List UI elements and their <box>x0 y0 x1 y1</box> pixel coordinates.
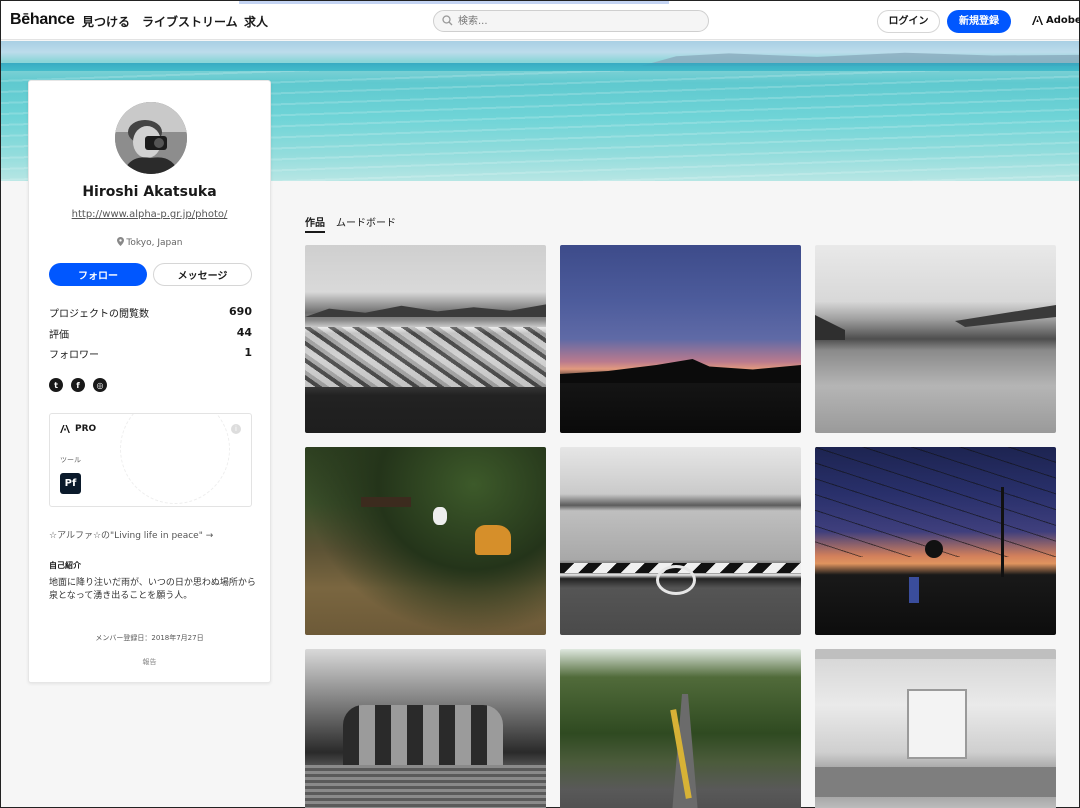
nav-discover[interactable]: 見つける <box>82 13 130 30</box>
instagram-icon[interactable]: ◎ <box>93 378 107 392</box>
adobe-icon <box>60 425 70 433</box>
adobe-icon <box>1032 16 1043 25</box>
pro-header: PRO <box>60 424 96 434</box>
avatar <box>115 102 187 174</box>
stat-label: 評価 <box>49 330 69 341</box>
search-icon <box>442 15 453 26</box>
project-thumbnail[interactable] <box>815 447 1056 635</box>
project-thumbnail[interactable] <box>560 447 801 635</box>
location-label: Tokyo, Japan <box>126 238 183 248</box>
adobe-link[interactable]: Adobe <box>1032 15 1080 26</box>
stat-value: 690 <box>229 305 252 318</box>
login-button[interactable]: ログイン <box>877 10 940 33</box>
social-links: t f ◎ <box>49 378 107 392</box>
project-thumbnail[interactable] <box>305 649 546 808</box>
intro-heading: 自己紹介 <box>49 561 81 570</box>
stat-followers[interactable]: フォロワー 1 <box>49 346 252 361</box>
stat-value: 1 <box>244 346 252 359</box>
message-button[interactable]: メッセージ <box>153 263 252 286</box>
member-since: メンバー登録日：2018年7月27日 <box>95 634 204 642</box>
signup-button[interactable]: 新規登録 <box>947 10 1011 33</box>
pro-watermark <box>120 414 230 504</box>
search-box[interactable] <box>433 10 709 32</box>
info-icon[interactable]: i <box>231 424 241 434</box>
twitter-icon[interactable]: t <box>49 378 63 392</box>
project-thumbnail[interactable] <box>305 245 546 433</box>
stat-label: プロジェクトの閲覧数 <box>49 309 149 320</box>
profile-website-link[interactable]: http://www.alpha-p.gr.jp/photo/ <box>29 209 270 220</box>
project-thumbnail[interactable] <box>815 245 1056 433</box>
stat-value: 44 <box>236 326 252 339</box>
intro-text: 地面に降り注いだ雨が、いつの日か思わぬ場所から泉となって湧き出ることを願う人。 <box>49 578 256 601</box>
stat-appreciations: 評価 44 <box>49 326 252 341</box>
nav-jobs[interactable]: 求人 <box>244 13 268 30</box>
location-pin-icon <box>116 237 124 246</box>
project-thumbnail[interactable] <box>560 245 801 433</box>
report-link[interactable]: 報告 <box>29 657 270 667</box>
search-input[interactable] <box>458 14 698 28</box>
project-thumbnail[interactable] <box>815 649 1056 808</box>
tools-label: ツール <box>60 456 81 464</box>
project-thumbnail[interactable] <box>305 447 546 635</box>
adobe-label: Adobe <box>1046 15 1080 26</box>
top-bar: Bēhance 見つける ライブストリーム 求人 ログイン 新規登録 Adobe <box>1 1 1080 40</box>
stat-label: フォロワー <box>49 350 99 361</box>
tab-works[interactable]: 作品 <box>305 214 325 233</box>
banner-horizon <box>1 63 1079 71</box>
stat-project-views: プロジェクトの閲覧数 690 <box>49 305 252 320</box>
nav-livestream[interactable]: ライブストリーム <box>142 13 238 30</box>
facebook-icon[interactable]: f <box>71 378 85 392</box>
tab-moodboards[interactable]: ムードボード <box>336 214 396 229</box>
profile-location: Tokyo, Japan <box>29 237 270 248</box>
profile-card: Hiroshi Akatsuka http://www.alpha-p.gr.j… <box>28 80 271 683</box>
follow-button[interactable]: フォロー <box>49 263 147 286</box>
tagline-link[interactable]: ☆アルファ☆の"Living life in peace" → <box>49 528 213 541</box>
behance-logo[interactable]: Bēhance <box>10 11 75 29</box>
project-thumbnail[interactable] <box>560 649 801 808</box>
avatar-photo <box>115 102 187 174</box>
pro-tools-box: PRO i ツール Pf <box>49 413 252 507</box>
pro-label: PRO <box>75 424 97 434</box>
photoshop-fix-icon[interactable]: Pf <box>60 473 81 494</box>
profile-name: Hiroshi Akatsuka <box>82 184 217 200</box>
loading-bar <box>239 1 669 4</box>
